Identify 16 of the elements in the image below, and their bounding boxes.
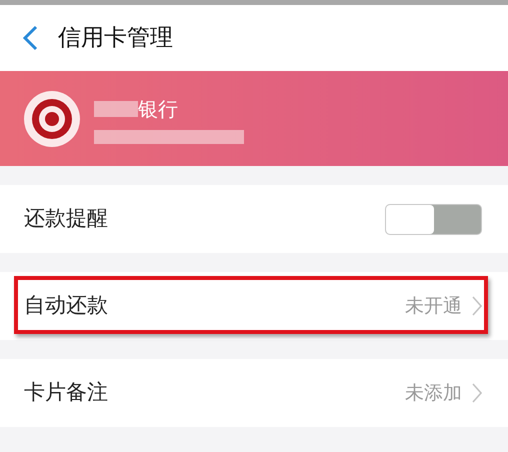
redacted-text — [94, 100, 138, 116]
settings-row[interactable]: 自动还款 未开通 — [0, 272, 508, 340]
settings-row[interactable]: 卡片备注 未添加 — [0, 359, 508, 427]
bank-name: 银行 — [138, 96, 178, 122]
chevron-icon — [472, 296, 482, 316]
row-label: 自动还款 — [24, 292, 108, 320]
page-title: 信用卡管理 — [58, 24, 173, 53]
back-icon[interactable] — [22, 25, 38, 51]
row-label: 还款提醒 — [24, 205, 108, 232]
row-value: 未开通 — [405, 294, 462, 319]
toggle-switch[interactable] — [385, 204, 482, 234]
chevron-icon — [472, 383, 482, 403]
settings-row[interactable]: 还款提醒 — [0, 185, 508, 253]
row-value: 未添加 — [405, 380, 462, 406]
bank-logo-icon — [24, 90, 80, 146]
row-label: 卡片备注 — [24, 379, 108, 406]
